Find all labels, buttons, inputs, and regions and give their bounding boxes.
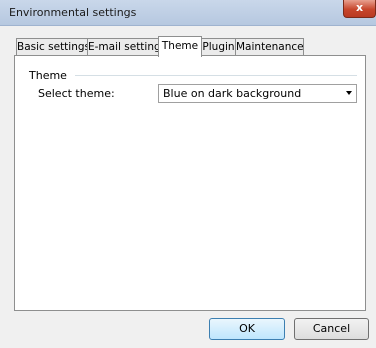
close-icon: x (355, 1, 364, 14)
tab-label: Plugin (202, 41, 235, 53)
tab-panel-theme: Theme Select theme: Blue on dark backgro… (14, 55, 366, 311)
theme-group-label: Theme (29, 69, 67, 82)
theme-select-value: Blue on dark background (163, 87, 302, 100)
cancel-button-label: Cancel (312, 322, 351, 335)
theme-select[interactable]: Blue on dark background (158, 84, 357, 103)
tab-plugin[interactable]: Plugin (201, 38, 236, 56)
title-bar[interactable]: Environmental settings x (0, 0, 376, 26)
window-title: Environmental settings (9, 6, 137, 19)
cancel-button[interactable]: Cancel (294, 318, 369, 340)
select-theme-label: Select theme: (38, 87, 115, 100)
tab-theme[interactable]: Theme (158, 36, 202, 57)
group-divider (75, 75, 357, 76)
chevron-down-icon[interactable] (346, 91, 352, 95)
close-button[interactable]: x (343, 0, 376, 18)
ok-button[interactable]: OK (209, 318, 285, 340)
tab-basic-settings[interactable]: Basic settings (16, 38, 91, 56)
tab-label: Maintenance (236, 41, 304, 53)
tab-maintenance[interactable]: Maintenance (235, 38, 304, 56)
tab-label: E-mail settings (88, 41, 167, 53)
tab-email-settings[interactable]: E-mail settings (87, 38, 166, 56)
tab-label: Theme (161, 40, 199, 52)
ok-button-label: OK (239, 322, 255, 335)
tab-label: Basic settings (17, 41, 91, 53)
